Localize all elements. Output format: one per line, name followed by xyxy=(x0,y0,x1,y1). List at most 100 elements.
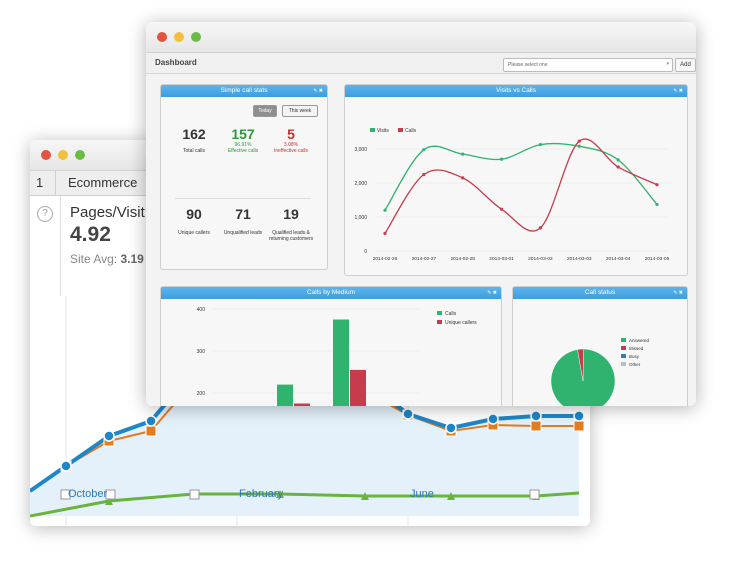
stat-label: Qualified leads & returning customers xyxy=(268,230,314,242)
data-point-visits[interactable] xyxy=(499,157,504,161)
bar-unique-callers[interactable] xyxy=(350,369,366,406)
zoom-window-button[interactable] xyxy=(191,32,201,42)
stat-value: 71 xyxy=(235,206,251,222)
data-point-visits[interactable] xyxy=(655,202,659,207)
legend-swatch-other xyxy=(621,362,626,366)
panel-header: Calls by Medium ✎ ✖ xyxy=(161,287,501,299)
data-point-calls[interactable] xyxy=(577,139,581,143)
legend-label-answered: Answered xyxy=(629,338,650,343)
minimize-window-button[interactable] xyxy=(174,32,184,42)
x-tick-label: 2014-02-27 xyxy=(412,256,437,262)
widget-select[interactable]: Please select one ▾ xyxy=(503,58,673,72)
axis-month-2: February xyxy=(239,488,284,500)
dashboard-window: Dashboard Please select one ▾ Add Simple… xyxy=(146,22,696,406)
y-tick-label: 400 xyxy=(197,307,206,313)
panel-header: Simple call stats ✎ ✖ xyxy=(161,85,327,97)
stat-total-calls: 162 Total calls xyxy=(167,126,221,155)
help-icon[interactable]: ? xyxy=(37,206,53,222)
bar-calls[interactable] xyxy=(277,384,293,406)
stat-ineffective-calls: 5 3.08% Ineffective calls xyxy=(264,127,318,155)
metric-title: Pages/Visit xyxy=(70,204,145,221)
data-point-calls[interactable] xyxy=(422,172,426,177)
data-point-calls[interactable] xyxy=(499,207,504,211)
stat-divider xyxy=(175,198,311,199)
axis-month-1: October xyxy=(68,488,107,500)
call-status-panel: Call status ✎ ✖ Answered Missed Busy Oth… xyxy=(512,286,688,406)
chevron-down-icon: ▾ xyxy=(666,61,669,67)
panel-tools-icon[interactable]: ✎ ✖ xyxy=(313,85,323,97)
calls-by-medium-chart: 100200300400 Calls Unique callers xyxy=(197,307,477,407)
data-point-calls[interactable] xyxy=(616,165,620,169)
x-tick-label: 2014-03-01 xyxy=(489,256,514,262)
tab-number: 1 xyxy=(36,175,44,190)
legend-swatch-missed xyxy=(621,346,626,350)
panel-header: Call status ✎ ✖ xyxy=(513,287,687,299)
legend-swatch-unique-callers xyxy=(437,320,442,324)
data-point-visits[interactable] xyxy=(577,144,581,148)
x-tick-label: 2014-03-05 xyxy=(645,256,670,262)
stat-value: 90 xyxy=(186,206,202,222)
stat-label: Ineffective calls xyxy=(273,148,309,154)
panel-title: Call status xyxy=(584,289,616,296)
window-titlebar xyxy=(146,22,696,53)
calls-by-medium-panel: Calls by Medium ✎ ✖ 100200300400 Calls U… xyxy=(160,286,502,406)
dashboard-title: Dashboard xyxy=(155,58,197,67)
data-point-calls[interactable] xyxy=(538,226,543,230)
panel-tools-icon[interactable]: ✎ ✖ xyxy=(673,287,683,299)
data-point-visits[interactable] xyxy=(461,152,465,156)
chart-legend: Visits Calls xyxy=(370,128,417,134)
data-point-visits[interactable] xyxy=(422,148,426,152)
minimize-window-button[interactable] xyxy=(58,150,68,160)
series-line-calls xyxy=(384,138,658,234)
data-point-calls[interactable] xyxy=(461,176,465,180)
panel-header: Visits vs Calls ✎ ✖ xyxy=(345,85,687,97)
data-point-visits[interactable] xyxy=(616,158,620,162)
data-point-visits[interactable] xyxy=(383,208,387,212)
panel-body: Today This week 162 Total calls 157 96.9… xyxy=(161,97,327,269)
panel-tools-icon[interactable]: ✎ ✖ xyxy=(487,287,497,299)
stat-unqualified-leads: 71 Unqualified leads xyxy=(216,206,270,237)
x-tick-label: 2014-03-04 xyxy=(606,256,631,262)
today-button[interactable]: Today xyxy=(253,105,277,117)
y-tick-label: 2,000 xyxy=(354,181,367,187)
stat-value: 162 xyxy=(182,126,206,142)
legend-label-other: Other xyxy=(629,362,641,367)
stat-label: Total calls xyxy=(183,148,205,154)
stat-value: 19 xyxy=(283,206,299,222)
x-tick-label: 2014-02-26 xyxy=(373,256,398,262)
y-tick-label: 200 xyxy=(197,391,206,397)
dashboard-toolbar: Dashboard Please select one ▾ Add xyxy=(146,53,696,74)
y-tick-label: 3,000 xyxy=(354,147,367,153)
panel-title: Simple call stats xyxy=(220,87,268,94)
stat-qualified-leads: 19 Qualified leads & returning customers xyxy=(264,206,318,243)
call-status-chart: Answered Missed Busy Other xyxy=(550,338,650,406)
data-point-calls[interactable] xyxy=(383,231,387,235)
legend-swatch-visits xyxy=(370,128,375,132)
this-week-button[interactable]: This week xyxy=(282,105,318,117)
bar-unique-callers[interactable] xyxy=(294,403,310,407)
y-tick-label: 0 xyxy=(364,249,367,255)
close-window-button[interactable] xyxy=(41,150,51,160)
x-tick-label: 2014-03-02 xyxy=(528,256,553,262)
data-point-calls[interactable] xyxy=(655,183,659,187)
legend-swatch-busy xyxy=(621,354,626,358)
zoom-window-button[interactable] xyxy=(75,150,85,160)
y-tick-label: 300 xyxy=(197,349,206,355)
close-window-button[interactable] xyxy=(157,32,167,42)
bar-calls[interactable] xyxy=(333,319,349,407)
simple-call-stats-panel: Simple call stats ✎ ✖ Today This week 16… xyxy=(160,84,328,270)
add-button[interactable]: Add xyxy=(675,58,696,72)
data-point-visits[interactable] xyxy=(538,142,543,147)
stat-label: Unqualified leads xyxy=(223,230,263,236)
tab-ecommerce[interactable]: Ecommerce xyxy=(68,175,137,190)
axis-month-3: June xyxy=(410,488,434,500)
y-tick-label: 1,000 xyxy=(354,215,367,221)
stat-label: Unique callers xyxy=(178,230,210,236)
metric-divider xyxy=(60,196,61,296)
legend-label-missed: Missed xyxy=(629,346,644,351)
x-tick-label: 2014-02-28 xyxy=(450,256,475,262)
legend-swatch-answered xyxy=(621,338,626,342)
metric-value: 4.92 xyxy=(70,223,111,246)
panel-tools-icon[interactable]: ✎ ✖ xyxy=(673,85,683,97)
panel-title: Calls by Medium xyxy=(306,289,356,296)
